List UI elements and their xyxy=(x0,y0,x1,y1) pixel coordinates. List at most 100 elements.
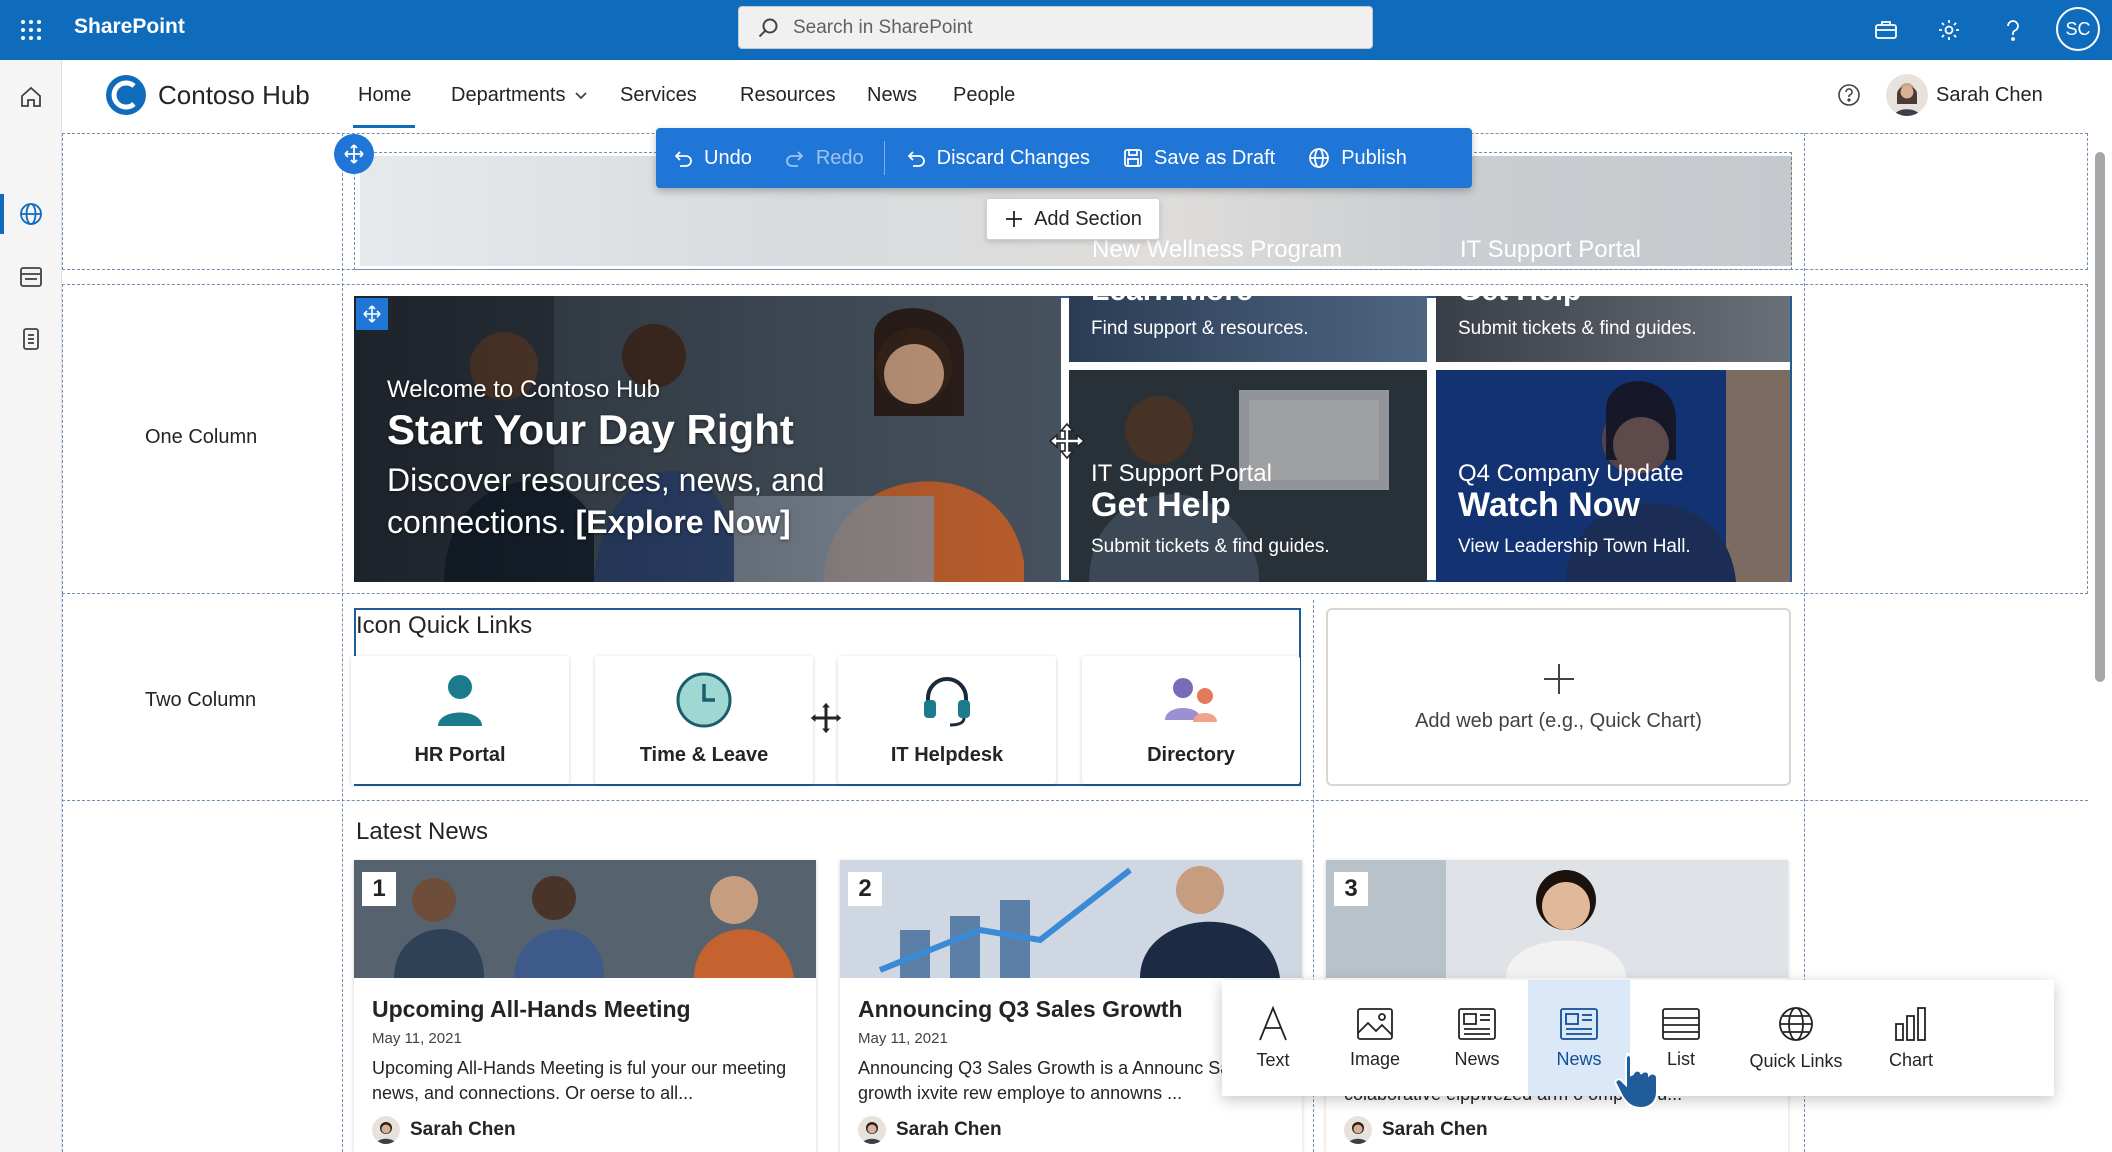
hero-body-plain: connections. xyxy=(387,504,567,540)
add-section-button[interactable]: Add Section xyxy=(986,198,1160,240)
faded-tile2-title: IT Support Portal xyxy=(1460,236,1641,263)
news-card-1[interactable]: 1 Upcoming All-Hands Meeting May 11, 202… xyxy=(354,860,816,1152)
save-draft-button[interactable]: Save as Draft xyxy=(1106,128,1291,188)
add-section-label: Add Section xyxy=(1034,207,1142,230)
hero-tile1-title: Learn More xyxy=(1091,296,1253,308)
latest-news-title: Latest News xyxy=(356,818,489,845)
news-number: 1 xyxy=(362,872,396,906)
user-name[interactable]: Sarah Chen xyxy=(1936,84,2043,107)
account-avatar[interactable]: SC xyxy=(2056,7,2100,51)
picker-image[interactable]: Image xyxy=(1324,980,1426,1096)
picker-chart[interactable]: Chart xyxy=(1860,980,1962,1096)
quick-links-title: Icon Quick Links xyxy=(356,612,533,639)
page-scrollbar[interactable] xyxy=(2092,132,2108,1152)
picker-news[interactable]: News xyxy=(1426,980,1528,1096)
undo-icon xyxy=(672,147,694,169)
redo-button[interactable]: Redo xyxy=(768,128,880,188)
nav-news[interactable]: News xyxy=(867,84,917,107)
hero-explore-link[interactable]: [Explore Now] xyxy=(576,504,791,540)
settings-gear-icon[interactable] xyxy=(1929,10,1969,50)
save-draft-label: Save as Draft xyxy=(1154,146,1276,169)
hero-body-line1: Discover resources, news, and xyxy=(387,462,825,498)
hero-tile-it-support[interactable]: IT Support Portal Get Help Submit ticket… xyxy=(1069,370,1427,582)
search-box[interactable]: Search in SharePoint xyxy=(738,6,1373,49)
webpart-move-handle-hero[interactable] xyxy=(356,298,388,330)
app-launcher-icon[interactable] xyxy=(12,11,50,49)
hero-main-tile[interactable]: Welcome to Contoso Hub Start Your Day Ri… xyxy=(354,296,1061,582)
news-date: May 11, 2021 xyxy=(858,1030,948,1047)
picker-label: Text xyxy=(1256,1049,1290,1070)
redo-icon xyxy=(784,147,806,169)
nav-people[interactable]: People xyxy=(953,84,1015,107)
picker-quick-links[interactable]: Quick Links xyxy=(1732,980,1860,1096)
globe-icon xyxy=(1777,1005,1815,1043)
picker-text[interactable]: Text xyxy=(1222,980,1324,1096)
left-rail xyxy=(0,60,62,1152)
help-icon[interactable] xyxy=(1993,10,2033,50)
faded-tile1-title: New Wellness Program xyxy=(1092,236,1343,263)
toolbar-separator xyxy=(883,141,885,175)
hero-tile2-desc: Submit tickets & find guides. xyxy=(1458,318,1697,339)
user-avatar[interactable] xyxy=(1886,74,1928,116)
news-headline[interactable]: Upcoming All-Hands Meeting xyxy=(372,996,691,1023)
section-move-handle[interactable] xyxy=(334,134,374,174)
search-input[interactable]: Search in SharePoint xyxy=(793,17,973,39)
news-feed-icon[interactable] xyxy=(14,260,48,294)
document-icon[interactable] xyxy=(14,322,48,356)
resize-move-cursor-icon[interactable] xyxy=(1048,422,1086,460)
quick-link-directory[interactable]: Directory xyxy=(1082,656,1300,784)
hero-tile2-title: Get Help xyxy=(1458,296,1581,308)
scrollbar-thumb[interactable] xyxy=(2095,152,2105,682)
quick-link-it-helpdesk[interactable]: IT Helpdesk xyxy=(838,656,1056,784)
add-web-part-placeholder[interactable]: Add web part (e.g., Quick Chart) xyxy=(1326,608,1791,786)
news-image-3 xyxy=(1326,860,1788,978)
publish-button[interactable]: Publish xyxy=(1291,128,1423,188)
news-image-1 xyxy=(354,860,816,978)
nav-services[interactable]: Services xyxy=(620,84,697,107)
chevron-down-icon xyxy=(574,91,588,101)
hero-tile-q4-update[interactable]: Q4 Company Update Watch Now View Leaders… xyxy=(1436,370,1790,582)
news-image-2 xyxy=(840,860,1302,978)
discard-icon xyxy=(905,147,927,169)
picker-label: Image xyxy=(1349,1048,1401,1069)
hero-tile-learn-more[interactable]: Learn More Find support & resources. xyxy=(1069,296,1427,362)
news-icon xyxy=(1559,1007,1599,1041)
person-icon xyxy=(430,670,490,730)
edit-toolbar: Undo Redo Discard Changes Save as Draft … xyxy=(656,128,1472,188)
contoso-logo[interactable] xyxy=(104,73,148,117)
redo-label: Redo xyxy=(815,146,864,169)
guide-col-left xyxy=(342,133,343,1152)
plus-icon xyxy=(1542,662,1576,696)
nav-home[interactable]: Home xyxy=(358,84,411,107)
author-avatar xyxy=(1344,1116,1372,1144)
author-avatar xyxy=(858,1116,886,1144)
author-name: Sarah Chen xyxy=(1382,1119,1488,1140)
globe-icon[interactable] xyxy=(14,197,48,231)
nav-departments[interactable]: Departments xyxy=(451,84,588,107)
nav-resources[interactable]: Resources xyxy=(740,84,836,107)
news-date: May 11, 2021 xyxy=(372,1030,462,1047)
undo-label: Undo xyxy=(704,146,752,169)
news-number: 2 xyxy=(848,872,882,906)
suite-bar: SharePoint Search in SharePoint SC xyxy=(0,0,2112,60)
briefcase-icon[interactable] xyxy=(1866,10,1906,50)
hand-pointer-cursor-icon xyxy=(1614,1050,1658,1110)
quick-link-hr-portal[interactable]: HR Portal xyxy=(351,656,569,784)
quick-link-time-leave[interactable]: Time & Leave xyxy=(595,656,813,784)
site-title[interactable]: Contoso Hub xyxy=(158,80,310,111)
home-icon[interactable] xyxy=(14,80,48,114)
hero-tile-get-help-top[interactable]: Get Help Submit tickets & find guides. xyxy=(1436,296,1790,362)
undo-button[interactable]: Undo xyxy=(656,128,768,188)
news-author: Sarah Chen xyxy=(858,1116,1002,1144)
hero-tile3-title: Get Help xyxy=(1091,486,1231,524)
site-header: Contoso Hub Home Departments Services Re… xyxy=(62,60,2112,132)
image-icon xyxy=(1356,1007,1394,1041)
add-web-part-label: Add web part (e.g., Quick Chart) xyxy=(1415,709,1702,732)
discard-changes-button[interactable]: Discard Changes xyxy=(889,128,1106,188)
author-name: Sarah Chen xyxy=(410,1119,516,1140)
publish-globe-icon xyxy=(1307,146,1331,170)
news-headline[interactable]: Announcing Q3 Sales Growth xyxy=(858,996,1183,1023)
suite-app-name[interactable]: SharePoint xyxy=(74,15,185,39)
site-help-icon[interactable] xyxy=(1834,80,1864,110)
hero-tile4-kicker: Q4 Company Update xyxy=(1458,460,1684,487)
